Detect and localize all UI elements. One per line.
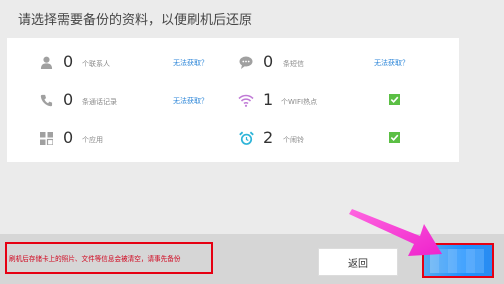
person-icon — [39, 55, 53, 69]
wifi-label: 个WIFI热点 — [281, 98, 318, 106]
backup-items-panel: 0 个联系人 无法获取？ 0 条短信 无法获取？ 0 条通话记录 无法获取？ 1… — [7, 38, 459, 162]
alarms-label: 个闹铃 — [283, 136, 304, 144]
wifi-icon — [238, 93, 254, 107]
calls-count: 0 — [63, 90, 74, 109]
wifi-count: 1 — [263, 90, 274, 109]
page-title: 请选择需要备份的资料，以便刷机后还原 — [18, 13, 253, 28]
alarm-clock-icon — [238, 130, 254, 146]
alarms-checkbox[interactable] — [389, 132, 400, 143]
apps-count: 0 — [63, 128, 74, 147]
warning-text: 刷机后存储卡上的照片、文件等信息会被清空，请事先备份 — [9, 255, 181, 263]
phone-icon — [39, 93, 53, 107]
sms-unavailable-link[interactable]: 无法获取？ — [374, 58, 409, 68]
chat-bubble-icon — [239, 55, 253, 69]
warning-notice: 刷机后存储卡上的照片、文件等信息会被清空，请事先备份 — [5, 242, 213, 274]
calls-label: 条通话记录 — [82, 98, 117, 106]
back-button[interactable]: 返回 — [318, 248, 398, 276]
alarms-count: 2 — [263, 128, 274, 147]
apps-label: 个应用 — [82, 136, 103, 144]
sms-label: 条短信 — [283, 60, 304, 68]
contacts-count: 0 — [63, 52, 74, 71]
apps-grid-icon — [39, 131, 53, 145]
blurred-button-label — [430, 249, 484, 273]
calls-unavailable-link[interactable]: 无法获取？ — [173, 96, 208, 106]
contacts-label: 个联系人 — [82, 60, 110, 68]
sms-count: 0 — [263, 52, 274, 71]
next-button[interactable] — [422, 243, 494, 278]
wifi-checkbox[interactable] — [389, 94, 400, 105]
contacts-unavailable-link[interactable]: 无法获取？ — [173, 58, 208, 68]
